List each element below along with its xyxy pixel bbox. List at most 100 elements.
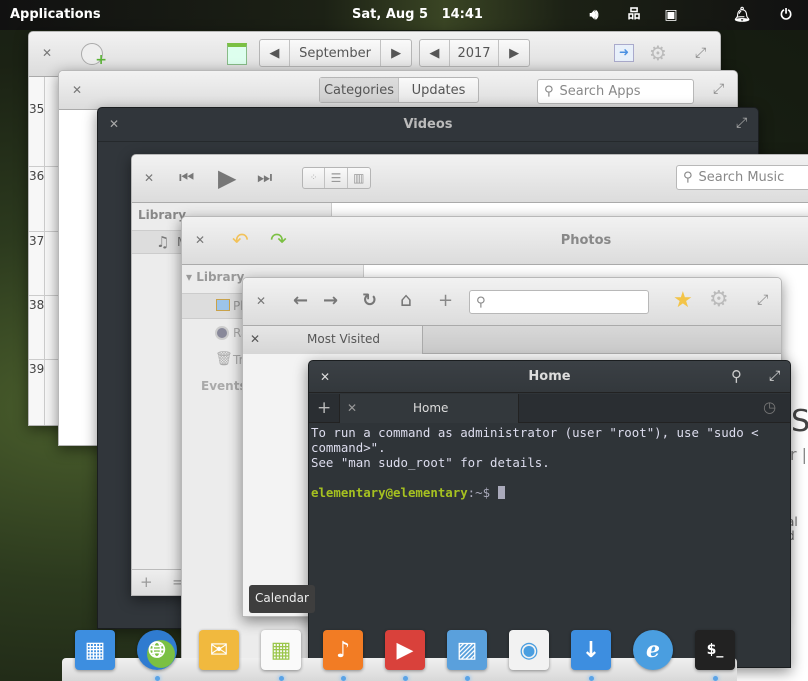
tab-home[interactable]: ✕ Home: [339, 394, 519, 423]
tab-updates[interactable]: Updates: [399, 78, 478, 102]
new-tab-icon[interactable]: +: [317, 398, 339, 418]
close-tab-icon[interactable]: ✕: [347, 401, 357, 415]
battery-icon[interactable]: ▣: [662, 6, 680, 24]
tab-categories[interactable]: Categories: [320, 78, 399, 102]
maximize-icon[interactable]: ⤢: [736, 115, 747, 131]
photos-icon: [216, 299, 230, 311]
dock-item-web-browser[interactable]: 🌐︎: [137, 630, 177, 670]
music-note-icon: ♫: [156, 233, 170, 251]
prev-year-button[interactable]: ◀: [420, 40, 450, 66]
list-view-icon[interactable]: ☰: [325, 168, 348, 188]
search-music-input[interactable]: ⚲ Search Music: [676, 165, 808, 190]
search-icon: ⚲: [476, 294, 486, 310]
dock-item-calendar[interactable]: ▦: [261, 630, 301, 670]
running-indicator: [589, 676, 594, 681]
import-calendar-icon[interactable]: [227, 43, 247, 65]
time-label: 14:41: [441, 7, 483, 22]
prompt-line: elementary@elementary:~$: [311, 485, 790, 500]
search-icon: ⚲: [544, 84, 554, 99]
dock-item-appcenter[interactable]: ℯ: [633, 630, 673, 670]
network-icon[interactable]: 品: [625, 6, 643, 24]
output-line: command>".: [311, 440, 386, 455]
cursor: [497, 486, 505, 499]
today-icon[interactable]: ➜: [614, 44, 634, 62]
maximize-icon[interactable]: ⤢: [713, 81, 724, 97]
clock[interactable]: Sat, Aug 5 14:41: [352, 7, 483, 22]
bookmark-add-icon[interactable]: ★: [673, 288, 693, 313]
view-mode-tabs: Categories Updates: [319, 77, 479, 103]
year-label: 2017: [450, 40, 500, 66]
tab-most-visited[interactable]: ✕ Most Visited: [243, 326, 423, 354]
next-year-button[interactable]: ▶: [499, 40, 529, 66]
history-icon[interactable]: ◷: [763, 398, 776, 416]
running-indicator: [155, 676, 160, 681]
running-indicator: [279, 676, 284, 681]
new-tab-icon[interactable]: +: [438, 290, 453, 311]
browser-headerbar: ✕ ← → ↻ ⌂ + ⚲ ★ ⚙ ⤢: [243, 278, 781, 326]
sidebar-heading[interactable]: ▾ Library: [186, 270, 244, 284]
window-title: Videos: [403, 117, 453, 132]
search-icon[interactable]: ⚲: [731, 367, 742, 385]
close-icon[interactable]: ✕: [42, 46, 52, 60]
prompt-user: elementary@elementary: [311, 485, 468, 500]
search-icon: ⚲: [683, 170, 693, 185]
dock-item-appcenter-downloads[interactable]: ↓: [571, 630, 611, 670]
expander-icon: ▾: [186, 270, 197, 284]
power-icon[interactable]: ⏻: [777, 6, 795, 24]
top-panel: Applications Sat, Aug 5 14:41 🔊︎ 品 ▣ 🔔︎ …: [0, 0, 808, 30]
dock-item-videos[interactable]: ▶: [385, 630, 425, 670]
previous-icon[interactable]: ⏮: [179, 168, 194, 188]
week-number: 36: [29, 166, 59, 183]
search-apps-input[interactable]: ⚲ Search Apps: [537, 79, 694, 104]
prev-month-button[interactable]: ◀: [260, 40, 290, 66]
settings-icon[interactable]: ⚙: [649, 41, 667, 65]
appcenter-headerbar: ✕ Categories Updates ⚲ Search Apps ⤢: [59, 71, 737, 110]
running-indicator: [713, 676, 718, 681]
sidebar-heading: Library: [138, 208, 187, 222]
close-icon[interactable]: ✕: [72, 83, 82, 97]
year-switcher: ◀ 2017 ▶: [419, 39, 530, 67]
close-icon[interactable]: ✕: [256, 294, 266, 308]
volume-icon[interactable]: 🔊︎: [585, 6, 603, 24]
close-tab-icon[interactable]: ✕: [250, 332, 260, 346]
date-label: Sat, Aug 5: [352, 7, 429, 22]
running-indicator: [341, 676, 346, 681]
output-line: To run a command as administrator (user …: [311, 425, 759, 440]
maximize-icon[interactable]: ⤢: [769, 368, 780, 384]
settings-icon[interactable]: ⚙: [709, 287, 729, 312]
dock-item-mail[interactable]: ✉: [199, 630, 239, 670]
next-month-button[interactable]: ▶: [381, 40, 411, 66]
close-icon[interactable]: ✕: [144, 171, 154, 185]
month-switcher: ◀ September ▶: [259, 39, 412, 67]
add-event-icon[interactable]: +: [81, 43, 107, 68]
trash-icon: 🗑︎: [215, 351, 233, 367]
reload-icon[interactable]: ↻: [362, 290, 377, 311]
dock-item-music[interactable]: ♪: [323, 630, 363, 670]
notifications-icon[interactable]: 🔔︎: [733, 6, 751, 24]
maximize-icon[interactable]: ⤢: [757, 292, 768, 308]
prompt-path: :~$: [467, 485, 498, 500]
tab-bar: ✕ Most Visited: [243, 326, 781, 354]
grid-view-icon[interactable]: ⁘: [303, 168, 326, 188]
week-number: 39: [29, 359, 59, 376]
photos-headerbar: ✕ ↶ ↷ Photos: [182, 217, 808, 265]
forward-icon[interactable]: →: [323, 290, 338, 311]
address-bar[interactable]: ⚲: [469, 290, 649, 314]
next-icon[interactable]: ⏭: [257, 168, 272, 188]
dock-item-multitasking-view[interactable]: ▦: [75, 630, 115, 670]
column-view-icon[interactable]: ▥: [348, 168, 370, 188]
dock-item-photos[interactable]: ▨: [447, 630, 487, 670]
week-number: 38: [29, 295, 59, 312]
maximize-icon[interactable]: ⤢: [695, 45, 706, 61]
add-playlist-icon[interactable]: +: [140, 573, 153, 591]
play-icon[interactable]: ▶: [218, 164, 236, 192]
view-selector: ⁘ ☰ ▥: [302, 167, 371, 189]
dock-item-system-settings[interactable]: ◉: [509, 630, 549, 670]
home-icon[interactable]: ⌂: [400, 289, 412, 311]
running-indicator: [465, 676, 470, 681]
back-icon[interactable]: ←: [293, 290, 308, 311]
applications-menu[interactable]: Applications: [10, 7, 101, 22]
dock-item-terminal[interactable]: $_: [695, 630, 735, 670]
events-heading[interactable]: Events: [201, 379, 247, 393]
